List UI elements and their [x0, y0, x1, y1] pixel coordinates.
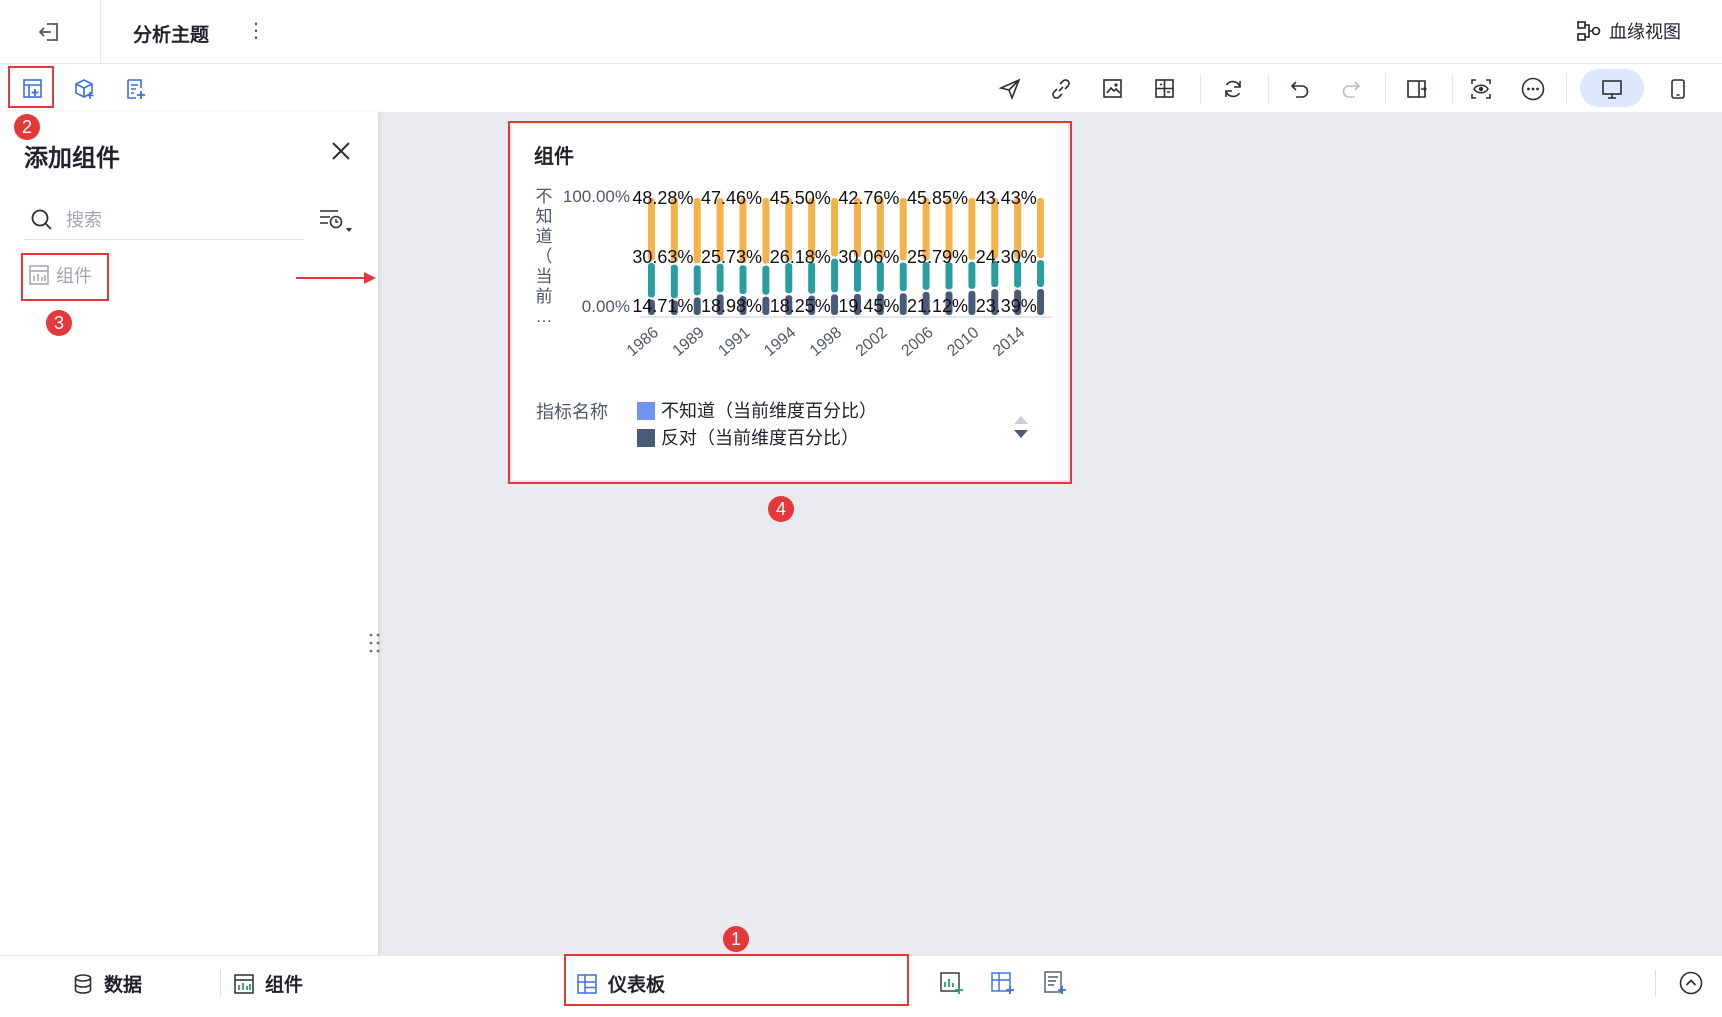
add-layout-icon[interactable] — [988, 968, 1018, 998]
redo-icon[interactable] — [1336, 74, 1366, 104]
annotation-box-2 — [8, 66, 54, 108]
component-tab-icon — [234, 973, 254, 994]
title-more-icon[interactable]: ⋮ — [246, 18, 266, 43]
link-icon[interactable] — [1046, 74, 1076, 104]
annotation-box-4 — [508, 121, 1072, 484]
annotation-badge-4: 4 — [768, 496, 794, 522]
annotation-box-1 — [564, 954, 909, 1006]
annotation-badge-2: 2 — [14, 114, 40, 140]
drag-arrow-icon — [296, 272, 376, 284]
search-icon — [31, 209, 52, 230]
toolbar-divider — [1200, 74, 1201, 104]
annotation-badge-3: 3 — [46, 310, 72, 336]
lineage-label: 血缘视图 — [1609, 22, 1681, 42]
exit-icon[interactable] — [36, 18, 64, 46]
toolbar-divider — [1268, 74, 1269, 104]
preview-icon[interactable] — [1466, 74, 1496, 104]
top-header: 分析主题 ⋮ 血缘视图 — [0, 0, 1722, 64]
add-dataset-icon[interactable] — [69, 74, 99, 104]
add-text-icon[interactable] — [1040, 968, 1070, 998]
panel-resize-handle[interactable] — [369, 632, 381, 654]
desktop-icon[interactable] — [1597, 74, 1627, 104]
filter-history-icon[interactable] — [318, 206, 354, 236]
data-tab[interactable]: 数据 — [72, 970, 142, 997]
page-title: 分析主题 — [133, 25, 210, 46]
refresh-icon[interactable] — [1218, 74, 1248, 104]
toolbar-divider — [1566, 74, 1567, 104]
data-tab-label: 数据 — [104, 975, 143, 996]
mobile-icon[interactable] — [1663, 74, 1693, 104]
toolbar-divider — [1385, 74, 1386, 104]
send-icon[interactable] — [995, 74, 1025, 104]
bottom-divider — [220, 970, 221, 996]
lineage-view-button[interactable]: 血缘视图 — [1577, 18, 1681, 44]
component-tab[interactable]: 组件 — [233, 970, 303, 997]
header-divider — [100, 0, 101, 64]
toolbar — [0, 64, 1722, 112]
database-icon — [74, 973, 92, 994]
split-view-icon[interactable] — [1402, 74, 1432, 104]
add-component-panel: 添加组件 搜索 组件 — [0, 112, 381, 955]
toolbar-divider — [1452, 74, 1453, 104]
lineage-icon — [1577, 21, 1601, 41]
add-report-icon[interactable] — [121, 74, 151, 104]
bottom-divider — [1655, 970, 1656, 996]
annotation-box-3 — [21, 253, 109, 301]
more-icon[interactable] — [1518, 74, 1548, 104]
export-image-icon[interactable] — [1098, 74, 1128, 104]
panel-title: 添加组件 — [24, 145, 120, 172]
component-tab-label: 组件 — [265, 975, 304, 996]
search-placeholder: 搜索 — [66, 210, 102, 230]
close-icon[interactable] — [328, 138, 354, 164]
layout-grid-icon[interactable] — [1150, 74, 1180, 104]
annotation-badge-1: 1 — [723, 926, 749, 952]
collapse-up-icon[interactable] — [1676, 968, 1706, 998]
search-input[interactable]: 搜索 — [24, 200, 304, 240]
undo-icon[interactable] — [1285, 74, 1315, 104]
add-chart-icon[interactable] — [937, 968, 967, 998]
